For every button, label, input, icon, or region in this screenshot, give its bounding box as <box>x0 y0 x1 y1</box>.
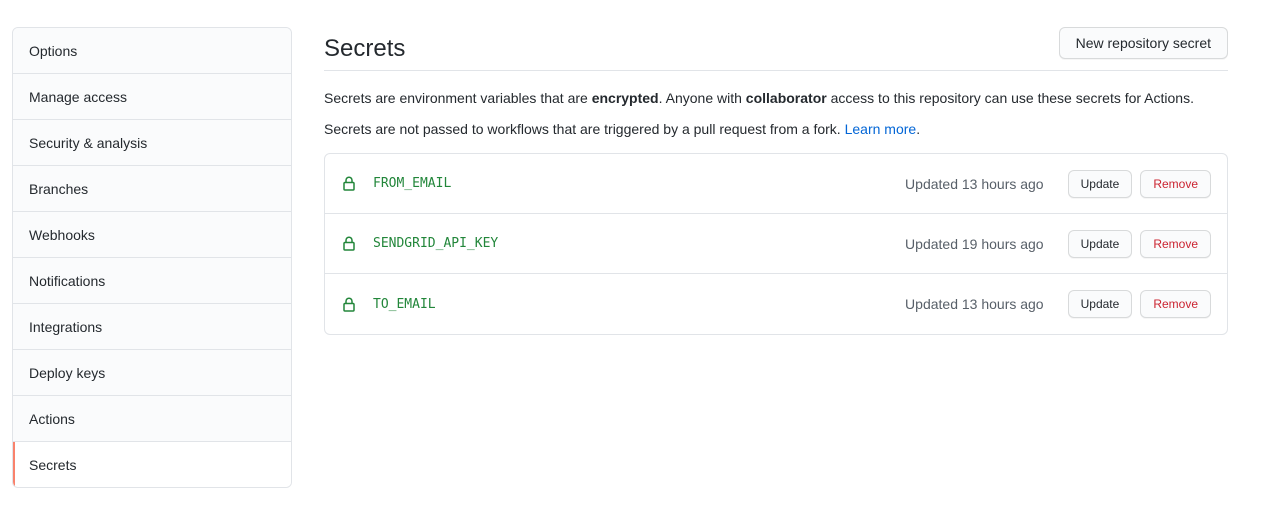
sidebar-item-label: Manage access <box>29 88 128 105</box>
secret-row: TO_EMAIL Updated 13 hours ago Update Rem… <box>325 274 1227 334</box>
description-bold-encrypted: encrypted <box>591 90 659 106</box>
description-text: Secrets are environment variables that a… <box>324 90 592 106</box>
secret-updated-time: Updated 13 hours ago <box>905 296 1044 312</box>
remove-secret-button[interactable]: Remove <box>1140 290 1211 318</box>
secret-name: SENDGRID_API_KEY <box>373 236 499 251</box>
update-secret-button[interactable]: Update <box>1067 290 1133 318</box>
lock-icon <box>341 176 357 192</box>
remove-secret-button[interactable]: Remove <box>1140 169 1211 198</box>
sidebar-item-branches[interactable]: Branches <box>13 166 291 212</box>
fork-note-text: Secrets are not passed to workflows that… <box>324 121 845 137</box>
secrets-list: FROM_EMAIL Updated 13 hours ago Update R… <box>324 153 1228 335</box>
lock-icon <box>341 296 357 312</box>
description-text: access to this repository can use these … <box>826 90 1194 106</box>
sidebar-item-actions[interactable]: Actions <box>13 396 291 442</box>
fork-note: Secrets are not passed to workflows that… <box>324 119 1228 139</box>
sidebar-item-label: Actions <box>29 410 75 427</box>
secret-updated-time: Updated 13 hours ago <box>905 175 1044 192</box>
sidebar-item-options[interactable]: Options <box>13 28 291 74</box>
settings-sidebar: Options Manage access Security & analysi… <box>12 27 292 488</box>
sidebar-item-notifications[interactable]: Notifications <box>13 258 291 304</box>
lock-icon <box>341 236 357 252</box>
learn-more-link[interactable]: Learn more <box>845 121 917 137</box>
secrets-description: Secrets are environment variables that a… <box>324 88 1228 108</box>
sidebar-item-label: Notifications <box>29 272 106 289</box>
sidebar-item-label: Options <box>29 42 78 59</box>
update-secret-button[interactable]: Update <box>1067 169 1133 198</box>
secret-row: FROM_EMAIL Updated 13 hours ago Update R… <box>325 154 1227 214</box>
secret-name: FROM_EMAIL <box>373 176 452 191</box>
secret-row: SENDGRID_API_KEY Updated 19 hours ago Up… <box>325 214 1227 274</box>
sidebar-item-deploy-keys[interactable]: Deploy keys <box>13 350 291 396</box>
sidebar-item-label: Integrations <box>29 318 103 335</box>
sidebar-item-label: Secrets <box>29 457 77 473</box>
sidebar-item-label: Webhooks <box>29 226 95 243</box>
page-title: Secrets <box>324 34 406 62</box>
sidebar-item-webhooks[interactable]: Webhooks <box>13 212 291 258</box>
sidebar-item-secrets[interactable]: Secrets <box>13 442 291 487</box>
new-repository-secret-button[interactable]: New repository secret <box>1058 26 1228 59</box>
sidebar-item-label: Deploy keys <box>29 364 106 381</box>
sidebar-item-security-analysis[interactable]: Security & analysis <box>13 120 291 166</box>
fork-note-end: . <box>916 121 921 137</box>
secret-updated-time: Updated 19 hours ago <box>905 235 1044 252</box>
sidebar-item-manage-access[interactable]: Manage access <box>13 74 291 120</box>
remove-secret-button[interactable]: Remove <box>1140 229 1211 258</box>
update-secret-button[interactable]: Update <box>1067 229 1133 258</box>
sidebar-item-label: Branches <box>29 180 89 197</box>
page-header: Secrets New repository secret <box>324 26 1228 71</box>
description-text: . Anyone with <box>658 90 746 106</box>
main-content: Secrets New repository secret Secrets ar… <box>324 26 1228 335</box>
sidebar-item-label: Security & analysis <box>29 134 148 151</box>
description-bold-collaborator: collaborator <box>745 90 827 106</box>
secret-name: TO_EMAIL <box>373 296 436 312</box>
sidebar-item-integrations[interactable]: Integrations <box>13 304 291 350</box>
